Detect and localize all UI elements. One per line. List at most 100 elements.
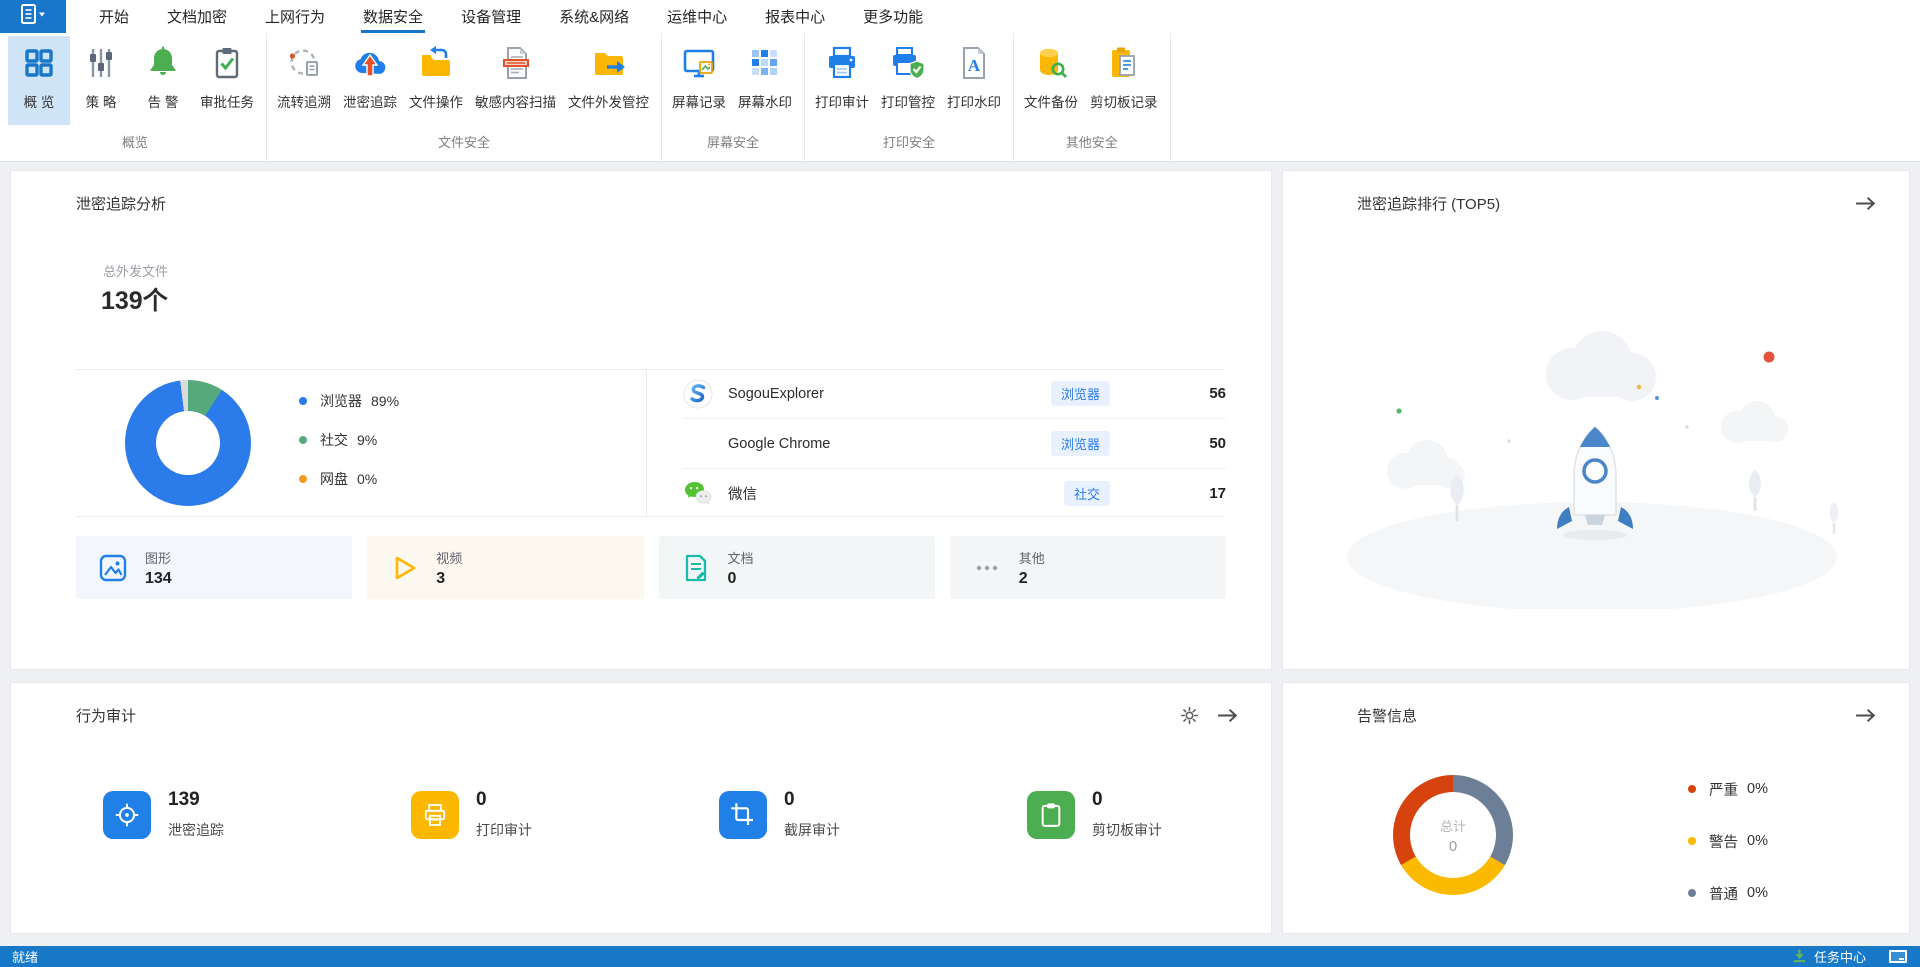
ribbon-item-overview[interactable]: 概 览 <box>8 36 70 125</box>
total-files-label: 总外发文件 <box>103 264 169 279</box>
app-category-tag: 浏览器 <box>1050 381 1110 406</box>
print-audit-icon <box>822 43 862 83</box>
stat-leak-trace[interactable]: 139 泄密追踪 <box>103 789 411 840</box>
ribbon-group-label: 其他安全 <box>1065 135 1118 150</box>
leak-trace-icon <box>350 43 390 83</box>
legend-row: 浏览器 89% <box>299 381 399 420</box>
menu-tab-data-security[interactable]: 数据安全 <box>344 0 442 33</box>
ribbon-item-policy[interactable]: 策 略 <box>70 36 132 125</box>
download-icon <box>1792 948 1807 966</box>
legend-row: 社交 9% <box>299 420 399 459</box>
channel-donut-chart <box>125 380 251 506</box>
app-name: SogouExplorer <box>728 385 824 402</box>
print-watermark-icon: A <box>954 43 994 83</box>
monitor-icon[interactable] <box>1888 949 1908 964</box>
app-count: 50 <box>1209 435 1226 452</box>
app-menu-icon <box>20 3 47 30</box>
other-file-icon <box>972 553 1002 583</box>
ribbon-item-approval-tasks[interactable]: 审批任务 <box>194 36 260 125</box>
ribbon-item-label: 泄密追踪 <box>343 95 397 110</box>
ribbon-item-clipboard-record[interactable]: 剪切板记录 <box>1084 36 1164 125</box>
card-title-behavior-audit: 行为审计 <box>76 708 137 725</box>
ribbon-group-label: 概览 <box>121 135 148 150</box>
ribbon-item-label: 文件外发管控 <box>568 95 649 110</box>
menu-tab-ops-center[interactable]: 运维中心 <box>648 0 746 33</box>
crop-icon <box>719 790 767 839</box>
ribbon-group-overview: 概 览 策 略 告 警 审批任务 概览 <box>4 33 267 161</box>
app-row-sogou[interactable]: SogouExplorer 浏览器 56 <box>683 369 1226 419</box>
ribbon-item-screen-record[interactable]: 屏幕记录 <box>666 36 732 125</box>
ribbon-item-print-control[interactable]: 打印管控 <box>875 36 941 125</box>
stat-print-audit[interactable]: 0 打印审计 <box>411 789 719 840</box>
leak-analysis-card: 泄密追踪分析 总外发文件 139个 浏览器 89% 社交 9% 网盘 0% So… <box>10 170 1272 670</box>
open-detail-arrow-icon[interactable] <box>1216 707 1239 724</box>
menu-tab-system-network[interactable]: 系统&网络 <box>540 0 648 33</box>
policy-sliders-icon <box>81 43 121 83</box>
card-title-alerts: 告警信息 <box>1357 708 1418 725</box>
legend-value: 9% <box>357 431 378 448</box>
open-detail-arrow-icon[interactable] <box>1854 195 1877 212</box>
menu-tab-web-behavior[interactable]: 上网行为 <box>246 0 344 33</box>
ribbon-item-label: 屏幕水印 <box>738 95 792 110</box>
ribbon-item-label: 敏感内容扫描 <box>475 95 556 110</box>
ribbon-item-file-operation[interactable]: 文件操作 <box>403 36 469 125</box>
legend-label: 浏览器 <box>320 392 362 409</box>
divider <box>76 516 1224 517</box>
divider <box>646 369 647 516</box>
menu-tab-device-mgmt[interactable]: 设备管理 <box>442 0 540 33</box>
ribbon-item-file-outgoing[interactable]: 文件外发管控 <box>562 36 655 125</box>
print-control-icon <box>888 43 928 83</box>
file-type-card-videos[interactable]: 视频 3 <box>367 536 644 599</box>
menu-tab-report-center[interactable]: 报表中心 <box>746 0 844 33</box>
ribbon-item-label: 打印审计 <box>815 95 869 110</box>
menu-tab-more[interactable]: 更多功能 <box>844 0 942 33</box>
file-type-card-other[interactable]: 其他 2 <box>949 536 1226 599</box>
ribbon-item-label: 文件操作 <box>409 95 463 110</box>
file-type-card-docs[interactable]: 文档 0 <box>658 536 935 599</box>
legend-label: 严重 <box>1709 782 1738 799</box>
app-count: 17 <box>1209 485 1226 502</box>
ribbon-item-flow-trace[interactable]: 流转追溯 <box>271 36 337 125</box>
app-row-chrome[interactable]: Google Chrome 浏览器 50 <box>683 419 1226 469</box>
menu-tab-doc-encrypt[interactable]: 文档加密 <box>148 0 246 33</box>
alert-info-card: 告警信息 总计 0 严重 0% 警告 0% 普通 0% <box>1282 682 1910 934</box>
ribbon-item-alert[interactable]: 告 警 <box>132 36 194 125</box>
legend-value: 0% <box>1747 781 1768 797</box>
stat-label: 截屏审计 <box>784 822 840 838</box>
menu-tab-start[interactable]: 开始 <box>80 0 148 33</box>
svg-text:A: A <box>968 56 981 75</box>
ribbon-group-label: 文件安全 <box>437 135 490 150</box>
ribbon-item-print-watermark[interactable]: A 打印水印 <box>941 36 1007 125</box>
ribbon-item-print-audit[interactable]: 打印审计 <box>809 36 875 125</box>
legend-dot <box>299 435 307 444</box>
overview-grid-icon <box>19 43 59 83</box>
ribbon-group-print-security: 打印审计 打印管控 A 打印水印 打印安全 <box>805 33 1014 161</box>
app-row-wechat[interactable]: 微信 社交 17 <box>683 469 1226 518</box>
ribbon-group-label: 打印安全 <box>882 135 935 150</box>
ribbon-item-leak-trace[interactable]: 泄密追踪 <box>337 36 403 125</box>
screen-watermark-icon <box>745 43 785 83</box>
task-center-button[interactable]: 任务中心 <box>1792 947 1866 966</box>
screen-record-icon <box>679 43 719 83</box>
video-file-icon <box>389 553 419 583</box>
total-files-value: 139个 <box>101 287 168 315</box>
legend-value: 0% <box>357 470 378 487</box>
empty-state-illustration <box>1337 299 1857 614</box>
sensitive-scan-icon <box>496 43 536 83</box>
wechat-icon <box>683 479 713 509</box>
ribbon-item-file-backup[interactable]: 文件备份 <box>1018 36 1084 125</box>
file-operation-icon <box>416 43 456 83</box>
legend-dot <box>299 396 307 405</box>
ribbon-item-sensitive-scan[interactable]: 敏感内容扫描 <box>469 36 562 125</box>
ribbon-item-screen-watermark[interactable]: 屏幕水印 <box>732 36 798 125</box>
file-type-label: 其他 <box>1018 550 1045 566</box>
target-icon <box>103 790 151 839</box>
stat-screenshot-audit[interactable]: 0 截屏审计 <box>719 789 1027 840</box>
status-text: 就绪 <box>12 950 39 965</box>
file-type-card-images[interactable]: 图形 134 <box>76 536 353 599</box>
alert-legend: 严重 0% 警告 0% 普通 0% <box>1688 763 1768 919</box>
open-detail-arrow-icon[interactable] <box>1854 707 1877 724</box>
app-menu-button[interactable] <box>0 0 66 33</box>
legend-dot <box>1688 785 1696 793</box>
gear-icon[interactable] <box>1180 706 1199 725</box>
